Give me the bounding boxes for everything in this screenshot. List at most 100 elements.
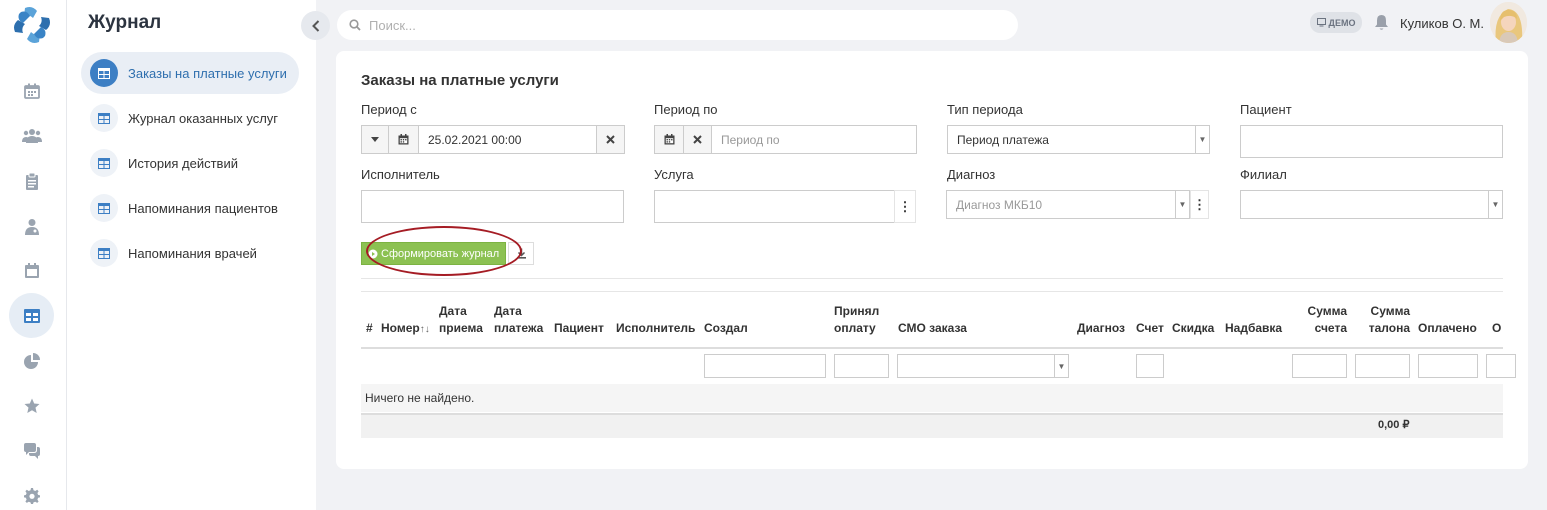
- filter-coupon-sum-input[interactable]: [1355, 354, 1410, 378]
- subnav-item-paid-orders[interactable]: Заказы на платные услуги: [81, 52, 299, 94]
- col-cut[interactable]: О: [1492, 320, 1501, 337]
- col-accepted-line1: Принял: [834, 304, 880, 318]
- caret-down-icon: ▼: [1175, 191, 1189, 218]
- col-smo[interactable]: СМО заказа: [898, 320, 967, 337]
- period-to-clear-button[interactable]: [684, 126, 712, 153]
- filter-paid-input[interactable]: [1418, 354, 1478, 378]
- gear-icon[interactable]: [21, 485, 43, 507]
- period-to-field[interactable]: Период по: [654, 125, 917, 154]
- period-from-value[interactable]: 25.02.2021 00:00: [419, 126, 597, 153]
- icon-rail: [0, 0, 67, 510]
- col-accepted[interactable]: Принял оплату: [834, 303, 879, 337]
- filter-smo-select[interactable]: ▼: [897, 354, 1069, 378]
- divider: [361, 291, 1503, 292]
- filter-cut-input[interactable]: [1486, 354, 1516, 378]
- diagnosis-more-button[interactable]: ⋮: [1190, 190, 1209, 219]
- service-input[interactable]: [654, 190, 895, 223]
- empty-message: Ничего не найдено.: [361, 384, 1503, 412]
- period-to-input[interactable]: Период по: [712, 126, 916, 153]
- table-icon[interactable]: [9, 293, 54, 338]
- header-divider: [361, 347, 1503, 349]
- calendar-icon: [664, 134, 674, 145]
- diagnosis-label: Диагноз: [947, 167, 996, 182]
- table-icon: [90, 149, 118, 177]
- service-value: [655, 191, 894, 222]
- play-circle-icon: [368, 249, 378, 258]
- col-number-label: Номер: [381, 321, 420, 335]
- caret-down-icon: ▼: [1488, 191, 1502, 218]
- schedule-icon[interactable]: [21, 260, 43, 282]
- service-more-button[interactable]: ⋮: [894, 190, 916, 223]
- filter-invoice-input[interactable]: [1136, 354, 1164, 378]
- chevron-left-icon: [311, 19, 319, 32]
- filter-created-input[interactable]: [704, 354, 826, 378]
- divider: [361, 278, 1503, 279]
- period-from-calendar-button[interactable]: [389, 126, 419, 153]
- col-payment-date[interactable]: Дата платежа: [494, 303, 543, 337]
- caret-down-icon: [371, 137, 379, 142]
- user-name[interactable]: Куликов О. М.: [1400, 16, 1484, 31]
- subnav-item-services-journal[interactable]: Журнал оказанных услуг: [81, 97, 299, 139]
- patient-input[interactable]: [1240, 125, 1503, 158]
- demo-badge: ДЕМО: [1310, 12, 1362, 33]
- filter-invoice-sum-input[interactable]: [1292, 354, 1347, 378]
- generate-journal-button[interactable]: Сформировать журнал: [361, 242, 506, 265]
- period-type-select[interactable]: Период платежа ▼: [947, 125, 1210, 154]
- col-discount[interactable]: Скидка: [1172, 320, 1214, 337]
- col-created[interactable]: Создал: [704, 320, 748, 337]
- col-invoice-sum[interactable]: Сумма счета: [1306, 303, 1347, 337]
- demo-label: ДЕМО: [1328, 17, 1356, 28]
- monitor-icon: [1316, 18, 1326, 27]
- diagnosis-select[interactable]: Диагноз МКБ10 ▼: [946, 190, 1190, 219]
- subnav-item-patient-reminders[interactable]: Напоминания пациентов: [81, 187, 299, 229]
- col-diagnosis[interactable]: Диагноз: [1077, 320, 1125, 337]
- service-label: Услуга: [654, 167, 694, 182]
- period-from-field[interactable]: 25.02.2021 00:00: [361, 125, 625, 154]
- subnav-item-action-history[interactable]: История действий: [81, 142, 299, 184]
- search-bar[interactable]: [337, 10, 1018, 40]
- col-coupon-sum-line1: Сумма: [1370, 304, 1410, 318]
- col-patient[interactable]: Пациент: [554, 320, 604, 337]
- page-title: Заказы на платные услуги: [361, 72, 559, 89]
- col-admission-date[interactable]: Дата приема: [439, 303, 483, 337]
- patient-label: Пациент: [1240, 102, 1292, 117]
- chat-icon[interactable]: [21, 440, 43, 462]
- bell-icon[interactable]: [1374, 14, 1389, 34]
- period-from-label: Период с: [361, 102, 417, 117]
- sort-icon: ↑↓: [419, 324, 430, 335]
- period-from-clear-button[interactable]: [597, 126, 624, 153]
- avatar[interactable]: [1490, 2, 1527, 43]
- app-logo[interactable]: [13, 6, 51, 44]
- period-to-calendar-button[interactable]: [655, 126, 684, 153]
- calendar-icon[interactable]: [21, 80, 43, 102]
- clipboard-icon[interactable]: [21, 170, 43, 192]
- pie-chart-icon[interactable]: [21, 350, 43, 372]
- col-executor[interactable]: Исполнитель: [616, 320, 695, 337]
- branch-value: [1241, 191, 1488, 218]
- star-icon[interactable]: [21, 395, 43, 417]
- branch-select[interactable]: ▼: [1240, 190, 1503, 219]
- doctor-icon[interactable]: [21, 215, 43, 237]
- subnav-item-label: Заказы на платные услуги: [128, 65, 287, 81]
- total-sum: 0,00 ₽: [1378, 419, 1410, 431]
- col-invoice[interactable]: Счет: [1136, 320, 1164, 337]
- col-invoice-sum-line2: счета: [1314, 321, 1347, 335]
- col-admission-date-line2: приема: [439, 321, 483, 335]
- col-coupon-sum[interactable]: Сумма талона: [1366, 303, 1410, 337]
- col-number[interactable]: Номер↑↓: [381, 320, 430, 338]
- section-title: Журнал: [88, 12, 162, 33]
- generate-journal-label: Сформировать журнал: [381, 247, 500, 260]
- executor-input[interactable]: [361, 190, 624, 223]
- search-input[interactable]: [369, 17, 969, 33]
- collapse-sidebar-button[interactable]: [301, 11, 330, 40]
- table-icon: [90, 59, 118, 87]
- col-paid[interactable]: Оплачено: [1418, 320, 1477, 337]
- users-icon[interactable]: [21, 125, 43, 147]
- period-from-dropdown-button[interactable]: [362, 126, 389, 153]
- period-type-value: Период платежа: [957, 132, 1049, 147]
- subnav-item-doctor-reminders[interactable]: Напоминания врачей: [81, 232, 299, 274]
- export-button[interactable]: [508, 242, 534, 265]
- filter-accepted-input[interactable]: [834, 354, 889, 378]
- close-icon: [606, 135, 615, 144]
- col-markup[interactable]: Надбавка: [1225, 320, 1282, 337]
